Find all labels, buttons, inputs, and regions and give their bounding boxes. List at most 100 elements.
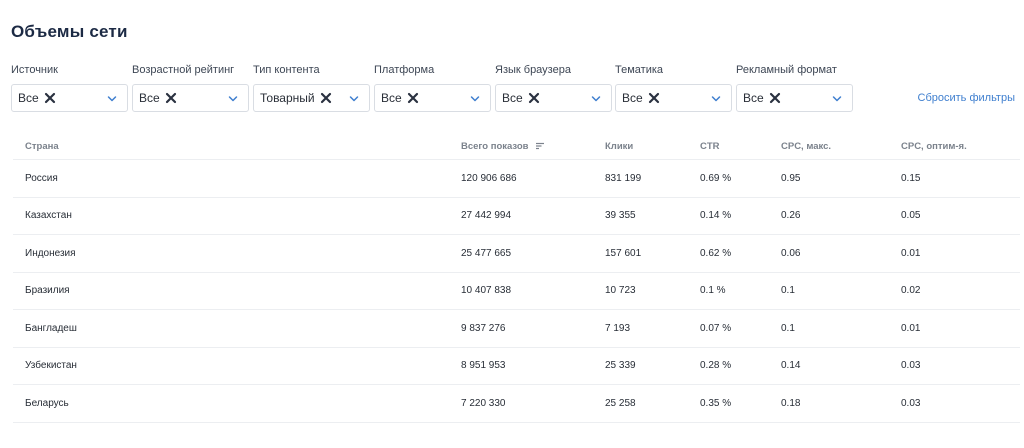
close-icon[interactable] bbox=[769, 92, 781, 104]
close-icon[interactable] bbox=[165, 92, 177, 104]
filter-chip-value: Товарный bbox=[260, 91, 315, 105]
filter-label: Возрастной рейтинг bbox=[132, 64, 235, 76]
filter-select[interactable]: Все bbox=[615, 84, 732, 112]
cell-cpc-opt: 0.03 bbox=[901, 397, 921, 409]
column-header-country[interactable]: Страна bbox=[25, 133, 59, 159]
cell-shows: 8 951 953 bbox=[461, 360, 506, 372]
cell-cpc-max: 0.95 bbox=[781, 172, 801, 184]
column-header-cpc-max[interactable]: CPC, макс. bbox=[781, 133, 831, 159]
cell-ctr: 0.07 % bbox=[700, 322, 732, 334]
filter-5: Язык браузера Все bbox=[495, 64, 612, 112]
cell-ctr: 0.69 % bbox=[700, 172, 732, 184]
filter-chip-value: Все bbox=[18, 91, 39, 105]
cell-cpc-max: 0.18 bbox=[781, 397, 801, 409]
close-icon[interactable] bbox=[648, 92, 660, 104]
filter-chip-value: Все bbox=[502, 91, 523, 105]
filter-label: Тип контента bbox=[253, 64, 320, 76]
filter-1: Источник Все bbox=[11, 64, 128, 112]
cell-clicks: 831 199 bbox=[605, 172, 642, 184]
cell-country: Казахстан bbox=[25, 210, 72, 222]
filter-select[interactable]: Все bbox=[11, 84, 128, 112]
close-icon[interactable] bbox=[407, 92, 419, 104]
table-row[interactable]: Казахстан 27 442 994 39 355 0.14 % 0.26 0.05 bbox=[13, 198, 1020, 235]
table-row[interactable]: Индонезия 25 477 665 157 601 0.62 % 0.06 0.01 bbox=[13, 235, 1020, 273]
table-header-row: Страна Всего показов Клики CTR CPC, макс… bbox=[13, 133, 1020, 160]
close-icon[interactable] bbox=[44, 92, 56, 104]
filter-select[interactable]: Товарный bbox=[253, 84, 370, 112]
cell-clicks: 39 355 bbox=[605, 210, 636, 222]
cell-cpc-opt: 0.05 bbox=[901, 210, 921, 222]
table-row[interactable]: Беларусь 7 220 330 25 258 0.35 % 0.18 0.03 bbox=[13, 385, 1020, 423]
filter-chip-value: Все bbox=[743, 91, 764, 105]
chevron-down-icon[interactable] bbox=[228, 94, 238, 104]
cell-cpc-opt: 0.15 bbox=[901, 172, 921, 184]
filter-select[interactable]: Все bbox=[736, 84, 853, 112]
cell-ctr: 0.14 % bbox=[700, 210, 732, 222]
cell-cpc-opt: 0.02 bbox=[901, 285, 921, 297]
cell-shows: 27 442 994 bbox=[461, 210, 512, 222]
column-header-ctr[interactable]: CTR bbox=[700, 133, 720, 159]
close-icon[interactable] bbox=[528, 92, 540, 104]
cell-country: Бангладеш bbox=[25, 322, 77, 334]
column-header-clicks[interactable]: Клики bbox=[605, 133, 633, 159]
filter-label: Тематика bbox=[615, 64, 664, 76]
cell-cpc-max: 0.14 bbox=[781, 360, 801, 372]
column-header-shows[interactable]: Всего показов bbox=[461, 133, 545, 159]
filter-label: Платформа bbox=[374, 64, 435, 76]
filter-chip-value: Все bbox=[139, 91, 160, 105]
chevron-down-icon[interactable] bbox=[349, 94, 359, 104]
reset-filters-link[interactable]: Сбросить фильтры bbox=[918, 92, 1016, 104]
cell-cpc-opt: 0.01 bbox=[901, 322, 921, 334]
cell-shows: 9 837 276 bbox=[461, 322, 506, 334]
cell-clicks: 7 193 bbox=[605, 322, 631, 334]
cell-cpc-max: 0.26 bbox=[781, 210, 801, 222]
cell-shows: 25 477 665 bbox=[461, 247, 512, 259]
chevron-down-icon[interactable] bbox=[591, 94, 601, 104]
filter-label: Источник bbox=[11, 64, 58, 76]
cell-shows: 10 407 838 bbox=[461, 285, 512, 297]
cell-country: Россия bbox=[25, 172, 58, 184]
countries-table: Страна Всего показов Клики CTR CPC, макс… bbox=[13, 133, 1020, 423]
filter-7: Рекламный формат Все bbox=[736, 64, 853, 112]
filter-6: Тематика Все bbox=[615, 64, 732, 112]
cell-cpc-opt: 0.01 bbox=[901, 247, 921, 259]
chevron-down-icon[interactable] bbox=[832, 94, 842, 104]
table-body: Россия 120 906 686 831 199 0.69 % 0.95 0.15 Ка… bbox=[13, 160, 1020, 423]
chevron-down-icon[interactable] bbox=[470, 94, 480, 104]
cell-country: Узбекистан bbox=[25, 360, 77, 372]
chevron-down-icon[interactable] bbox=[107, 94, 117, 104]
filter-select[interactable]: Все bbox=[374, 84, 491, 112]
cell-clicks: 10 723 bbox=[605, 285, 636, 297]
sort-icon[interactable] bbox=[535, 141, 545, 151]
cell-country: Индонезия bbox=[25, 247, 76, 259]
page-title: Объемы сети bbox=[11, 22, 128, 41]
table-row[interactable]: Бразилия 10 407 838 10 723 0.1 % 0.1 0.02 bbox=[13, 273, 1020, 310]
cell-ctr: 0.62 % bbox=[700, 247, 732, 259]
cell-ctr: 0.1 % bbox=[700, 285, 726, 297]
filter-chip-value: Все bbox=[622, 91, 643, 105]
close-icon[interactable] bbox=[320, 92, 332, 104]
cell-ctr: 0.28 % bbox=[700, 360, 732, 372]
filter-2: Возрастной рейтинг Все bbox=[132, 64, 249, 112]
chevron-down-icon[interactable] bbox=[711, 94, 721, 104]
filter-select[interactable]: Все bbox=[495, 84, 612, 112]
filter-chip-value: Все bbox=[381, 91, 402, 105]
cell-clicks: 25 258 bbox=[605, 397, 636, 409]
cell-ctr: 0.35 % bbox=[700, 397, 732, 409]
filter-3: Тип контента Товарный bbox=[253, 64, 370, 112]
cell-country: Бразилия bbox=[25, 285, 70, 297]
table-row[interactable]: Бангладеш 9 837 276 7 193 0.07 % 0.1 0.01 bbox=[13, 310, 1020, 348]
table-row[interactable]: Россия 120 906 686 831 199 0.69 % 0.95 0.15 bbox=[13, 160, 1020, 198]
column-header-cpc-opt[interactable]: CPC, оптим-я. bbox=[901, 133, 967, 159]
table-row[interactable]: Узбекистан 8 951 953 25 339 0.28 % 0.14 0.03 bbox=[13, 348, 1020, 385]
cell-cpc-max: 0.06 bbox=[781, 247, 801, 259]
cell-shows: 120 906 686 bbox=[461, 172, 517, 184]
filter-select[interactable]: Все bbox=[132, 84, 249, 112]
cell-clicks: 157 601 bbox=[605, 247, 642, 259]
filter-4: Платформа Все bbox=[374, 64, 491, 112]
filter-label: Язык браузера bbox=[495, 64, 571, 76]
cell-cpc-opt: 0.03 bbox=[901, 360, 921, 372]
cell-cpc-max: 0.1 bbox=[781, 322, 795, 334]
cell-country: Беларусь bbox=[25, 397, 69, 409]
cell-shows: 7 220 330 bbox=[461, 397, 506, 409]
